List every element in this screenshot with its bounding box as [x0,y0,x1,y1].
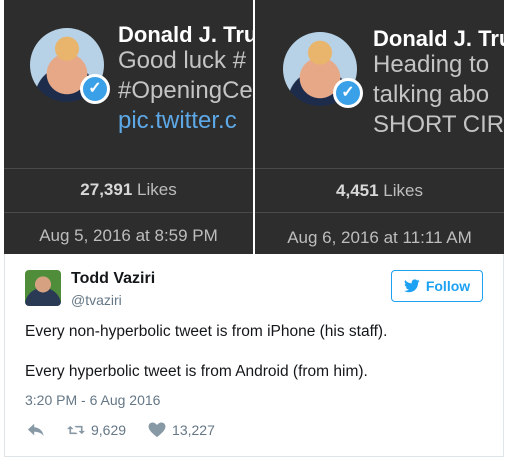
tweet-author-name: Donald J. Tru [118,22,253,47]
likes-label: Likes [137,180,177,199]
tweet-date: Aug 6, 2016 at 11:11 AM [287,228,472,247]
follow-button[interactable]: Follow [391,270,483,302]
author-name[interactable]: Todd Vaziri [71,270,155,288]
tweet-line: #OpeningCe [118,77,253,104]
tweet-date: Aug 5, 2016 at 8:59 PM [39,226,218,245]
tweet-body: Heading to talking abo SHORT CIR [373,50,504,140]
likes-label: Likes [383,181,423,200]
reply-icon [27,423,44,436]
retweet-button[interactable]: 9,629 [67,422,126,438]
tweet-line: Good luck # [118,47,247,74]
likes-stat: 27,391 Likes [4,180,253,200]
likes-count: 4,451 [336,181,379,200]
tweet-text: Every non-hyperbolic tweet is from iPhon… [25,322,485,382]
tweet-link[interactable]: pic.twitter.c [118,106,253,136]
tweet-body: Good luck # #OpeningCe pic.twitter.c [118,46,253,136]
tweet-line: Heading to [373,51,490,78]
avatar[interactable] [25,270,61,306]
screenshot-tweet-left: ✓ Donald J. Tru Good luck # #OpeningCe p… [4,0,253,254]
author-handle[interactable]: @tvaziri [71,292,122,308]
tweet-line: SHORT CIR [373,111,504,138]
tweet-actions: 9,629 13,227 [27,422,237,438]
reply-button[interactable] [27,422,45,438]
verified-badge-icon: ✓ [333,78,363,108]
likes-stat: 4,451 Likes [255,181,504,201]
divider [4,212,253,213]
divider [255,168,504,169]
twitter-bird-icon [403,279,420,293]
retweet-icon [67,425,85,435]
tweet-card: Todd Vaziri @tvaziri Follow Every non-hy… [4,254,504,457]
follow-label: Follow [425,278,471,294]
like-button[interactable]: 13,227 [148,422,215,438]
embedded-screenshots: ✓ Donald J. Tru Good luck # #OpeningCe p… [4,0,504,254]
tweet-text-line: Every hyperbolic tweet is from Android (… [25,363,368,380]
likes-count: 27,391 [80,180,133,199]
tweet-line: talking abo [373,81,490,108]
tweet-text-line: Every non-hyperbolic tweet is from iPhon… [25,323,388,340]
retweet-count: 9,629 [91,422,127,438]
verified-badge-icon: ✓ [80,74,110,104]
heart-icon [148,422,166,438]
tweet-author-name: Donald J. Tru [373,26,504,51]
tweet-timestamp[interactable]: 3:20 PM - 6 Aug 2016 [25,392,160,408]
screenshot-tweet-right: ✓ Donald J. Tru Heading to talking abo S… [255,0,504,254]
divider [4,168,253,169]
divider [255,212,504,213]
like-count: 13,227 [172,422,215,438]
